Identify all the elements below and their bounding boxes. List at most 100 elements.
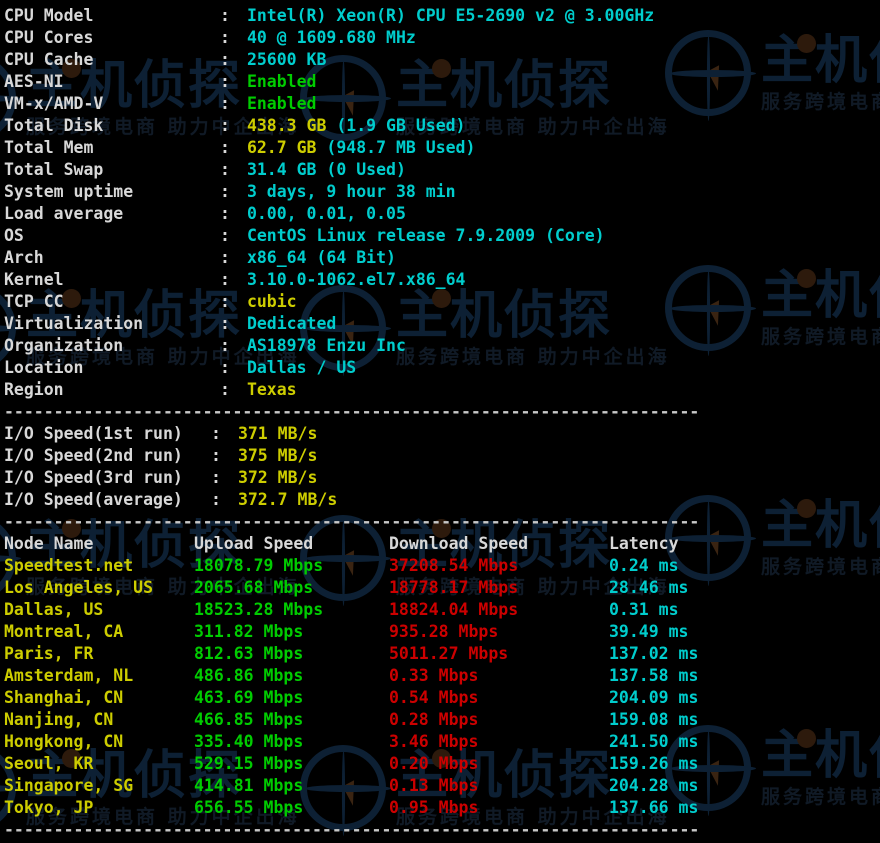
cell-node-name: Shanghai, CN [4,688,124,707]
io-speed-colon: : [211,490,221,509]
info-value: 25600 KB [246,50,327,69]
table-row: Amsterdam, NL 486.86 Mbps 0.33 Mbps 137.58 … [4,665,880,687]
info-label: System uptime [4,182,134,201]
table-row: Speedtest.net 18078.79 Mbps 37208.54 Mbps 0… [4,555,880,577]
table-row: Singapore, SG 414.81 Mbps 0.13 Mbps 204.28 … [4,775,880,797]
cell-download-speed: 0.54 Mbps [389,688,479,707]
table-row: Nanjing, CN 466.85 Mbps 0.28 Mbps 159.08 ms [4,709,880,731]
cell-download-speed: 0.28 Mbps [389,710,479,729]
info-label: Organization [4,336,124,355]
cell-upload-speed: 18078.79 Mbps [194,556,324,575]
cell-download-speed: 3.46 Mbps [389,732,479,751]
info-colon: : [220,94,230,113]
info-row: Total Disk:438.3 GB (1.9 GB Used) [4,115,880,137]
header-node-name: Node Name [4,534,94,553]
separator-line-bottom: ----------------------------------------… [4,820,700,839]
table-row: Shanghai, CN 463.69 Mbps 0.54 Mbps 204.09 m… [4,687,880,709]
cell-node-name: Dallas, US [4,600,104,619]
cell-download-speed: 0.33 Mbps [389,666,479,685]
system-info-block: CPU Model: Intel(R) Xeon(R) CPU E5-2690 v… [4,5,880,401]
info-row: CPU Model: Intel(R) Xeon(R) CPU E5-2690 v… [4,5,880,27]
info-value: Enabled [246,94,317,113]
info-label: Location [4,358,84,377]
info-row: TCP CC: cubic [4,291,880,313]
info-colon: : [220,138,230,157]
info-colon: : [220,292,230,311]
table-row: Montreal, CA 311.82 Mbps 935.28 Mbps 39.49 … [4,621,880,643]
cell-download-speed: 0.95 Mbps [389,798,479,817]
info-row: Total Swap:31.4 GB (0 Used) [4,159,880,181]
table-row: Hongkong, CN 335.40 Mbps 3.46 Mbps 241.50 m… [4,731,880,753]
cell-node-name: Los Angeles, US [4,578,154,597]
cell-latency: 204.28 ms [609,776,699,795]
info-value: 3.10.0-1062.el7.x86_64 [246,270,466,289]
cell-node-name: Hongkong, CN [4,732,124,751]
info-row: CPU Cache:25600 KB [4,49,880,71]
info-colon: : [220,204,230,223]
info-value: 0.00, 0.01, 0.05 [246,204,406,223]
io-speed-label: I/O Speed(2nd run) [4,446,183,465]
cell-latency: 0.31 ms [609,600,679,619]
info-label: Total Swap [4,160,104,179]
table-row: Tokyo, JP 656.55 Mbps 0.95 Mbps 137.66 ms [4,797,880,819]
cell-node-name: Speedtest.net [4,556,134,575]
info-colon: : [220,28,230,47]
cell-upload-speed: 18523.28 Mbps [194,600,324,619]
info-value: 3 days, 9 hour 38 min [246,182,456,201]
info-value: Enabled [246,72,317,91]
info-row: Total Mem:62.7 GB (948.7 MB Used) [4,137,880,159]
info-colon: : [220,380,230,399]
info-label: Region [4,380,64,399]
cell-download-speed: 18824.04 Mbps [389,600,519,619]
cell-upload-speed: 656.55 Mbps [194,798,304,817]
cell-latency: 28.46 ms [609,578,689,597]
cell-node-name: Amsterdam, NL [4,666,134,685]
io-speed-block: I/O Speed(1st run):371 MB/s I/O Speed(2nd… [4,423,880,511]
info-row: Organization: AS18978 Enzu Inc [4,335,880,357]
cell-latency: 159.08 ms [609,710,699,729]
info-row: System uptime:3 days, 9 hour 38 min [4,181,880,203]
info-label: CPU Model [4,6,94,25]
info-value: Intel(R) Xeon(R) CPU E5-2690 v2 @ 3.00GH… [246,6,655,25]
cell-latency: 137.66 ms [609,798,699,817]
info-value: CentOS Linux release 7.9.2009 (Core) [246,226,605,245]
info-row: Load average:0.00, 0.01, 0.05 [4,203,880,225]
cell-download-speed: 935.28 Mbps [389,622,499,641]
cell-upload-speed: 335.40 Mbps [194,732,304,751]
info-label: CPU Cores [4,28,94,47]
info-colon: : [220,270,230,289]
cell-latency: 137.02 ms [609,644,699,663]
info-colon: : [220,6,230,25]
speedtest-table: Node Name Upload Speed Download Speed Laten… [4,533,880,819]
info-label: VM-x/AMD-V [4,94,104,113]
info-value: 40 @ 1609.680 MHz [246,28,416,47]
io-speed-label: I/O Speed(1st run) [4,424,183,443]
cell-latency: 204.09 ms [609,688,699,707]
info-colon: : [220,160,230,179]
io-speed-label: I/O Speed(average) [4,490,183,509]
info-colon: : [220,358,230,377]
info-colon: : [220,226,230,245]
io-speed-colon: : [211,446,221,465]
info-row: VM-x/AMD-V: Enabled [4,93,880,115]
io-speed-row: I/O Speed(3rd run):372 MB/s [4,467,880,489]
cell-download-speed: 0.13 Mbps [389,776,479,795]
cell-node-name: Tokyo, JP [4,798,94,817]
info-label: Total Mem [4,138,94,157]
io-speed-colon: : [211,424,221,443]
cell-upload-speed: 812.63 Mbps [194,644,304,663]
cell-node-name: Paris, FR [4,644,94,663]
info-label: CPU Cache [4,50,94,69]
info-value-secondary: (0 Used) [316,160,406,179]
cell-latency: 137.58 ms [609,666,699,685]
info-colon: : [220,50,230,69]
cell-latency: 241.50 ms [609,732,699,751]
table-row: Dallas, US 18523.28 Mbps 18824.04 Mbps 0.31… [4,599,880,621]
info-colon: : [220,72,230,91]
info-value: 62.7 GB [246,138,317,157]
info-label: Virtualization [4,314,144,333]
info-value: cubic [246,292,297,311]
info-colon: : [220,336,230,355]
separator-line-top: ----------------------------------------… [4,402,700,421]
cell-upload-speed: 466.85 Mbps [194,710,304,729]
